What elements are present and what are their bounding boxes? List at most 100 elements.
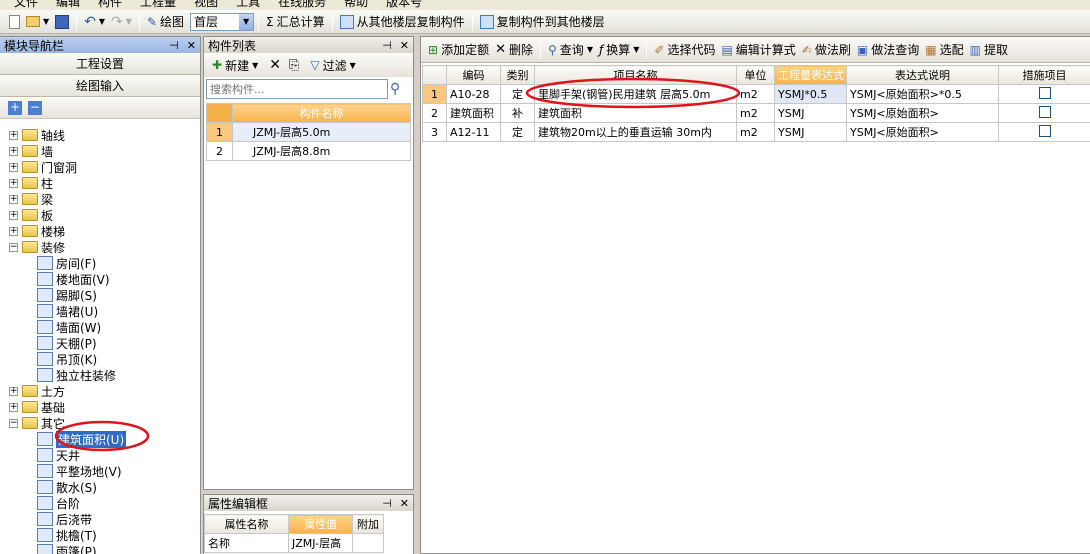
tree-folder[interactable]: + 轴线 [9,127,200,143]
measure-item-checkbox[interactable] [1038,124,1051,137]
menu-item[interactable]: 版本号 [386,0,422,10]
grid-header[interactable]: 类别 [500,65,535,85]
property-extra-cell[interactable] [352,533,384,553]
property-value-cell[interactable]: JZMJ-层高 [288,533,353,553]
pin-icon[interactable]: ⊣ [382,497,392,510]
grid-header[interactable]: 编码 [446,65,501,85]
edit-formula-button[interactable]: ▤ 编辑计算式 [718,40,798,60]
query-button[interactable]: ⚲ 查询 ▼ [545,40,596,60]
close-icon[interactable]: ✕ [400,39,409,52]
save-button[interactable] [52,12,72,32]
measure-item-cell[interactable] [998,122,1090,142]
collapse-icon[interactable]: − [9,418,18,428]
menu-item[interactable]: 编辑 [56,0,80,10]
tree-item[interactable]: 房间(F) [9,255,200,271]
menu-item[interactable]: 帮助 [344,0,368,10]
component-name-cell[interactable]: JZMJ-层高8.8m [232,141,411,161]
pin-icon[interactable]: ⊣ [169,39,179,52]
floor-select[interactable]: 首层 ▼ [190,12,255,31]
tree-item[interactable]: 平整场地(V) [9,463,200,479]
measure-item-cell[interactable] [998,103,1090,123]
tree-item[interactable]: 楼地面(V) [9,271,200,287]
expand-icon[interactable]: + [9,178,18,188]
expand-icon[interactable]: + [9,130,18,140]
collapse-all-icon[interactable]: − [28,100,42,115]
grid-header[interactable]: 表达式说明 [846,65,999,85]
tree-folder[interactable]: + 墙 [9,143,200,159]
convert-button[interactable]: ƒ 换算 ▼ [596,40,642,60]
tree-folder[interactable]: − 装修 [9,239,200,255]
grid-cell-expr[interactable]: YSMJ*0.5 [774,84,847,104]
grid-cell-unit[interactable]: m2 [736,122,775,142]
expand-icon[interactable]: + [9,210,18,220]
tree-folder[interactable]: + 梁 [9,191,200,207]
expand-all-icon[interactable]: + [8,100,22,115]
grid-header[interactable]: 工程量表达式 [774,65,847,85]
component-row[interactable]: 2 JZMJ-层高8.8m [206,141,411,161]
method-brush-button[interactable]: ✍ 做法刷 [799,40,854,60]
tree-folder[interactable]: + 门窗洞 [9,159,200,175]
tree-item[interactable]: 建筑面积(U) [9,430,200,448]
component-search-input[interactable] [206,79,388,99]
expand-icon[interactable]: + [9,162,18,172]
tree-item[interactable]: 散水(S) [9,479,200,495]
project-settings-button[interactable]: 工程设置 [0,53,200,75]
grid-cell-expr[interactable]: YSMJ [774,122,847,142]
grid-cell-name[interactable]: 建筑物20m以上的垂直运输 30m内 [534,122,737,142]
grid-cell-type[interactable]: 定 [500,122,535,142]
select-code-button[interactable]: ✐ 选择代码 [651,40,718,60]
collapse-icon[interactable]: − [9,242,18,252]
quota-row[interactable]: 1 A10-28 定里脚手架(钢管)民用建筑 层高5.0m m2 YSMJ*0.5 YSM… [422,84,1090,104]
tree-item[interactable]: 独立柱装修 [9,367,200,383]
grid-cell-code[interactable]: A10-28 [446,84,501,104]
tree-folder[interactable]: + 板 [9,207,200,223]
copy-from-floor-button[interactable]: 从其他楼层复制构件 [337,12,468,32]
tree-item[interactable]: 天棚(P) [9,335,200,351]
menu-item[interactable]: 工具 [236,0,260,10]
component-row[interactable]: 1 JZMJ-层高5.0m [206,122,411,142]
tree-item[interactable]: 踢脚(S) [9,287,200,303]
copy-component-icon[interactable]: ⎘ [289,58,299,73]
draw-button[interactable]: ✎ 绘图 [144,12,187,32]
grid-header[interactable]: 措施项目 [998,65,1090,85]
close-icon[interactable]: ✕ [187,39,196,52]
grid-cell-desc[interactable]: YSMJ<原始面积>*0.5 [846,84,999,104]
grid-cell-type[interactable]: 定 [500,84,535,104]
tree-folder[interactable]: + 土方 [9,383,200,399]
tree-folder[interactable]: + 基础 [9,399,200,415]
component-name-cell[interactable]: JZMJ-层高5.0m [232,122,411,142]
grid-header[interactable]: 项目名称 [534,65,737,85]
quota-row[interactable]: 2 建筑面积补建筑面积 m2 YSMJ YSMJ<原始面积> [422,103,1090,123]
tree-item[interactable]: 吊顶(K) [9,351,200,367]
expand-icon[interactable]: + [9,386,18,396]
filter-button[interactable]: ▽ 过滤 ▼ [307,55,358,75]
open-file-button[interactable]: ▼ [23,12,52,32]
tree-folder[interactable]: + 柱 [9,175,200,191]
menu-item[interactable]: 文件 [14,0,38,10]
measure-item-checkbox[interactable] [1038,86,1051,99]
tree-item[interactable]: 墙裙(U) [9,303,200,319]
measure-item-checkbox[interactable] [1038,105,1051,118]
draw-input-button[interactable]: 绘图输入 [0,75,200,97]
new-component-button[interactable]: ✚ 新建 ▼ [209,55,261,75]
menu-item[interactable]: 视图 [194,0,218,10]
grid-cell-expr[interactable]: YSMJ [774,103,847,123]
new-file-button[interactable] [6,12,23,32]
tree-item[interactable]: 天井 [9,447,200,463]
menu-item[interactable]: 工程量 [140,0,176,10]
expand-icon[interactable]: + [9,226,18,236]
pin-icon[interactable]: ⊣ [382,39,392,52]
delete-quota-button[interactable]: ✕ 删除 [492,40,536,60]
menu-item[interactable]: 构件 [98,0,122,10]
grid-header[interactable]: 单位 [736,65,775,85]
tree-item[interactable]: 挑檐(T) [9,527,200,543]
copy-to-floor-button[interactable]: 复制构件到其他楼层 [477,12,608,32]
tree-item[interactable]: 墙面(W) [9,319,200,335]
expand-icon[interactable]: + [9,402,18,412]
tree-folder[interactable]: + 楼梯 [9,223,200,239]
grid-cell-type[interactable]: 补 [500,103,535,123]
grid-cell-name[interactable]: 建筑面积 [534,103,737,123]
grid-cell-unit[interactable]: m2 [736,103,775,123]
tree-item[interactable]: 台阶 [9,495,200,511]
property-row[interactable]: 名称 JZMJ-层高 [204,533,384,553]
